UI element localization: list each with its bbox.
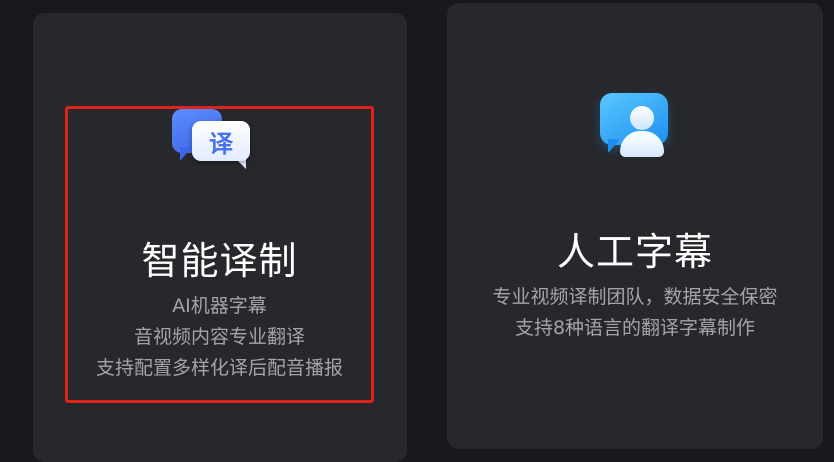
ai-translation-description: AI机器字幕 音视频内容专业翻译 支持配置多样化译后配音播报	[65, 291, 374, 384]
ai-translation-title: 智能译制	[141, 239, 298, 283]
translate-chat-icon: 译	[172, 107, 254, 171]
human-subtitle-title: 人工字幕	[556, 230, 713, 274]
description-line: 支持8种语言的翻译字幕制作	[514, 317, 756, 339]
description-line: 专业视频译制团队，数据安全保密	[492, 286, 778, 308]
person-head-shape	[630, 106, 654, 130]
chat-bubble-back-tail	[180, 147, 192, 161]
person-bubble-tail	[608, 139, 620, 153]
description-line: 音视频内容专业翻译	[133, 326, 305, 348]
human-subtitle-description: 专业视频译制团队，数据安全保密 支持8种语言的翻译字幕制作	[447, 282, 823, 344]
description-line: AI机器字幕	[172, 295, 267, 317]
person-chat-icon	[598, 93, 672, 159]
translate-glyph: 译	[192, 121, 250, 161]
description-line: 支持配置多样化译后配音播报	[95, 357, 343, 379]
service-selection-panel: 译 智能译制 AI机器字幕 音视频内容专业翻译 支持配置多样化译后配音播报 人工…	[0, 0, 834, 462]
